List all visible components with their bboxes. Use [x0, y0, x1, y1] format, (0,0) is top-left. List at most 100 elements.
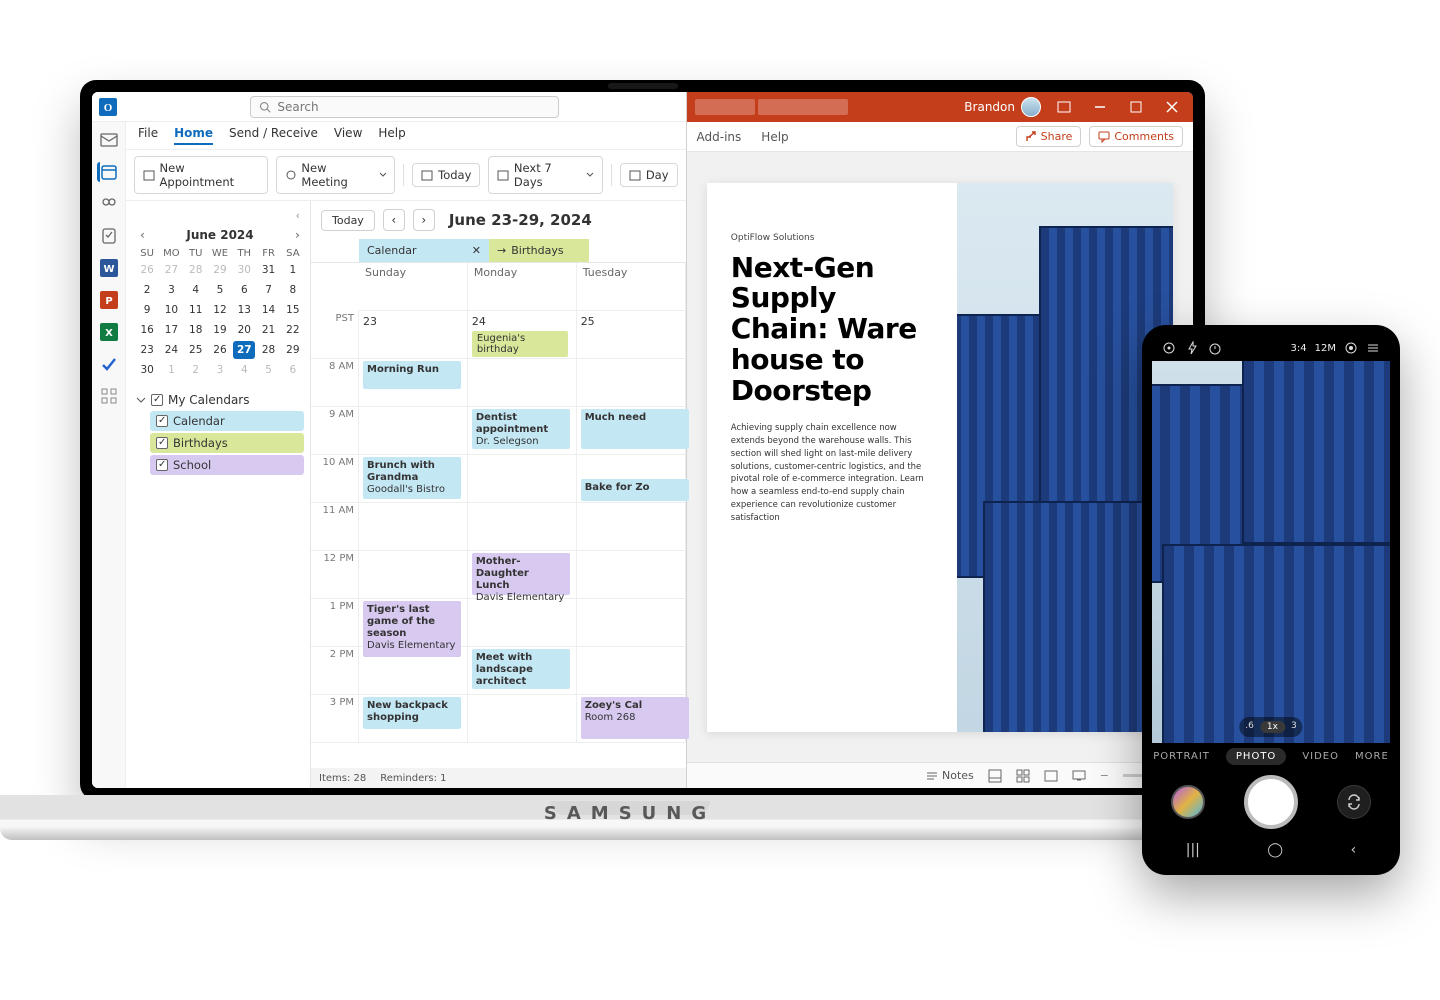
today-button[interactable]: Today — [412, 163, 480, 187]
mini-cal-prev-icon[interactable]: ‹ — [140, 228, 145, 242]
mode-more[interactable]: MORE — [1355, 751, 1389, 762]
slot[interactable] — [577, 503, 686, 551]
event-brunch[interactable]: Brunch with GrandmaGoodall's Bistro — [363, 457, 461, 499]
motion-photo-icon[interactable] — [1344, 341, 1358, 355]
next-7-days-button[interactable]: Next 7 Days — [488, 156, 602, 194]
aspect-ratio-button[interactable]: 3:4 — [1291, 343, 1307, 354]
event-landscape[interactable]: Meet with landscape architect — [472, 649, 570, 689]
event-zoey[interactable]: Zoey's CalRoom 268 — [581, 697, 689, 739]
todo-icon[interactable] — [99, 354, 119, 374]
calendar-item-school[interactable]: School — [150, 455, 304, 475]
zoom-3x[interactable]: 3 — [1291, 721, 1297, 733]
allday-sun[interactable]: 23 — [359, 311, 468, 359]
slot[interactable]: Meet with landscape architect — [468, 647, 577, 695]
slot[interactable] — [577, 551, 686, 599]
resolution-button[interactable]: 12M — [1315, 343, 1336, 354]
slot[interactable]: Zoey's CalRoom 268 — [577, 695, 686, 743]
allday-mon[interactable]: 24Eugenia's birthday — [468, 311, 577, 359]
comments-button[interactable]: Comments — [1089, 126, 1183, 147]
gear-icon[interactable] — [1162, 341, 1176, 355]
slot[interactable]: Dentist appointmentDr. Selegson — [468, 407, 577, 455]
event-bake[interactable]: Bake for Zo — [581, 479, 689, 501]
event-much-needed[interactable]: Much need — [581, 409, 689, 449]
slot[interactable]: Brunch with GrandmaGoodall's Bistro — [359, 455, 468, 503]
tab-help[interactable]: Help — [761, 130, 788, 144]
timer-icon[interactable] — [1208, 341, 1222, 355]
slot[interactable] — [577, 599, 686, 647]
maximize-icon[interactable] — [1123, 97, 1149, 117]
slide-image[interactable] — [957, 183, 1173, 732]
slot[interactable]: Morning Run — [359, 359, 468, 407]
event-lunch[interactable]: Mother-Daughter LunchDavis Elementary — [472, 553, 570, 595]
tab-addins[interactable]: Add-ins — [697, 130, 742, 144]
filters-icon[interactable] — [1366, 341, 1380, 355]
calendar-item-calendar[interactable]: Calendar — [150, 411, 304, 431]
collapse-sidebar-icon[interactable]: ‹ — [136, 209, 304, 222]
slot[interactable] — [468, 599, 577, 647]
calendar-today-button[interactable]: Today — [321, 210, 375, 231]
account-button[interactable]: Brandon — [964, 97, 1041, 117]
ribbon-display-options-icon[interactable] — [1051, 97, 1077, 117]
new-appointment-button[interactable]: New Appointment — [134, 156, 268, 194]
close-icon[interactable]: ✕ — [472, 244, 481, 257]
slot[interactable]: Bake for Zo — [577, 455, 686, 503]
slot[interactable] — [359, 551, 468, 599]
my-calendars-header[interactable]: My Calendars — [136, 393, 304, 407]
home-button[interactable]: ◯ — [1267, 842, 1283, 858]
slot[interactable]: Much need — [577, 407, 686, 455]
back-button[interactable]: ‹ — [1351, 842, 1357, 858]
zoom-1x[interactable]: 1x — [1260, 721, 1285, 733]
menu-send-receive[interactable]: Send / Receive — [229, 126, 318, 145]
slot[interactable] — [577, 359, 686, 407]
slide-sorter-icon[interactable] — [1016, 769, 1030, 783]
recents-button[interactable]: ||| — [1186, 842, 1200, 858]
slot[interactable] — [468, 455, 577, 503]
calendar-icon[interactable] — [97, 162, 117, 182]
excel-icon[interactable]: X — [99, 322, 119, 342]
slide-text-block[interactable]: OptiFlow Solutions Next-Gen Supply Chain… — [707, 183, 957, 732]
share-button[interactable]: Share — [1016, 126, 1082, 147]
mini-cal-next-icon[interactable]: › — [295, 228, 300, 242]
close-icon[interactable] — [1159, 97, 1185, 117]
shutter-button[interactable] — [1244, 775, 1298, 829]
mode-video[interactable]: VIDEO — [1302, 751, 1339, 762]
day-view-button[interactable]: Day — [620, 163, 678, 187]
tab-birthdays[interactable]: →Birthdays — [489, 239, 589, 262]
menu-file[interactable]: File — [138, 126, 158, 145]
more-apps-icon[interactable] — [99, 386, 119, 406]
calendar-item-birthdays[interactable]: Birthdays — [150, 433, 304, 453]
checkbox-icon[interactable] — [156, 437, 168, 449]
event-morning-run[interactable]: Morning Run — [363, 361, 461, 389]
slot[interactable]: Mother-Daughter LunchDavis Elementary — [468, 551, 577, 599]
allday-tue[interactable]: 25 — [577, 311, 686, 359]
zoom-0.6x[interactable]: .6 — [1245, 721, 1254, 733]
event-backpack[interactable]: New backpack shopping — [363, 697, 461, 729]
checkbox-icon[interactable] — [151, 394, 163, 406]
slot[interactable] — [468, 503, 577, 551]
mini-cal-grid[interactable]: 2627282930311234567891011121314151617181… — [136, 261, 304, 379]
week-grid[interactable]: Sunday Monday Tuesday PST 23 24Eugenia's… — [311, 262, 686, 768]
tab-calendar[interactable]: Calendar✕ — [359, 239, 489, 262]
new-meeting-button[interactable]: New Meeting — [276, 156, 395, 194]
slide-canvas[interactable]: OptiFlow Solutions Next-Gen Supply Chain… — [687, 152, 1193, 762]
slot[interactable]: New backpack shopping — [359, 695, 468, 743]
mode-photo[interactable]: PHOTO — [1226, 748, 1286, 765]
word-icon[interactable]: W — [99, 258, 119, 278]
notes-button[interactable]: Notes — [926, 769, 974, 782]
zoom-out-button[interactable]: − — [1100, 769, 1109, 782]
prev-week-button[interactable]: ‹ — [383, 209, 405, 231]
checkbox-icon[interactable] — [156, 415, 168, 427]
powerpoint-icon[interactable]: P — [99, 290, 119, 310]
slot[interactable] — [468, 695, 577, 743]
reading-view-icon[interactable] — [1044, 769, 1058, 783]
mail-icon[interactable] — [99, 130, 119, 150]
flash-icon[interactable] — [1186, 341, 1198, 355]
event-dentist[interactable]: Dentist appointmentDr. Selegson — [472, 409, 570, 449]
slideshow-icon[interactable] — [1072, 769, 1086, 783]
next-week-button[interactable]: › — [413, 209, 435, 231]
switch-camera-button[interactable] — [1337, 785, 1371, 819]
slot[interactable] — [359, 647, 468, 695]
slot[interactable] — [359, 503, 468, 551]
people-icon[interactable] — [99, 194, 119, 214]
slot[interactable]: Tiger's last game of the seasonDavis Ele… — [359, 599, 468, 647]
